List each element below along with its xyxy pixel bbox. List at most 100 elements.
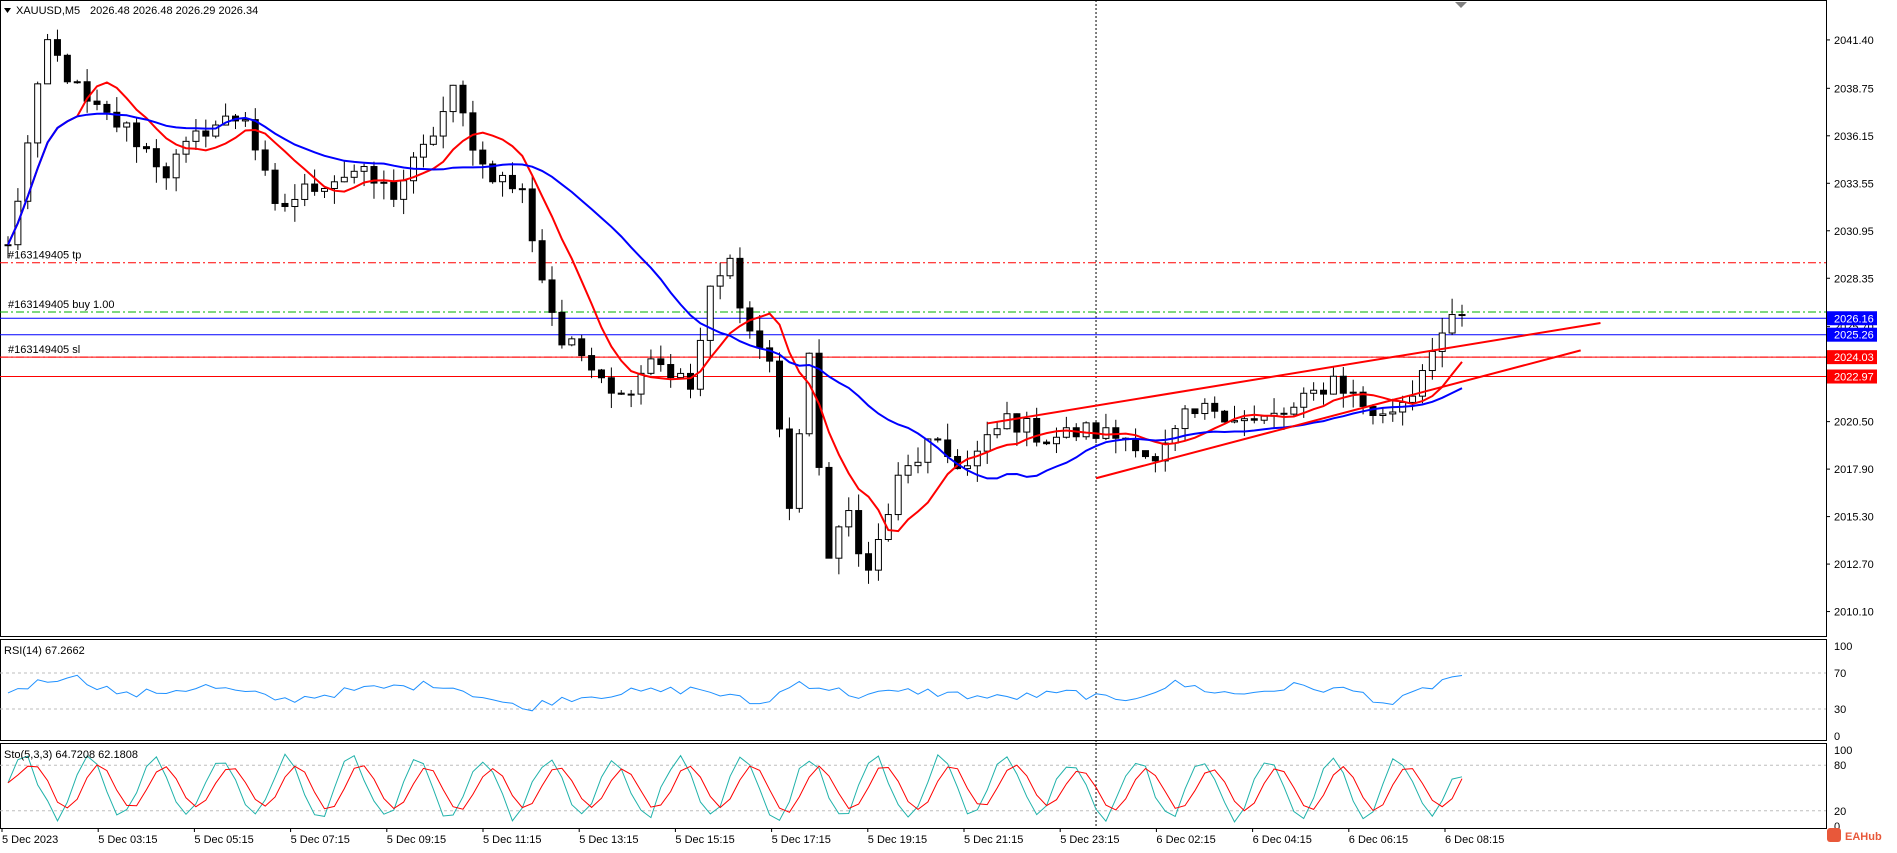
candle-body <box>696 339 704 390</box>
candle-body <box>647 358 655 374</box>
y-tick-label: 2041.40 <box>1834 35 1874 47</box>
candle-body <box>736 257 744 309</box>
candle-body <box>588 355 596 371</box>
candle-body <box>380 181 388 184</box>
candle-body <box>499 174 507 183</box>
candle-body <box>1151 456 1159 462</box>
candle-body <box>1023 417 1031 433</box>
candle-body <box>726 257 734 277</box>
candle-body <box>785 428 793 509</box>
candle-body <box>241 119 249 122</box>
candle-body <box>1132 439 1140 452</box>
candle-body <box>1310 389 1318 394</box>
x-tick-label: 5 Dec 2023 <box>2 834 58 846</box>
candle-body <box>776 360 784 430</box>
candle-body <box>855 510 863 555</box>
candle-body <box>1141 450 1149 458</box>
candle-body <box>142 146 150 150</box>
x-tick-label: 5 Dec 07:15 <box>291 834 350 846</box>
rsi-tick-label: 0 <box>1834 731 1840 743</box>
candle-body <box>162 166 170 179</box>
candle-body <box>281 202 289 208</box>
y-tick-label: 2015.30 <box>1834 512 1874 524</box>
candle-body <box>251 119 259 151</box>
candle-body <box>93 100 101 105</box>
x-tick-label: 5 Dec 17:15 <box>772 834 831 846</box>
rsi-tick-label: 100 <box>1834 641 1852 653</box>
trade-level-label: #163149405 tp <box>8 250 81 262</box>
candle-body <box>973 450 981 467</box>
candle-body <box>311 183 319 192</box>
candle <box>1221 409 1229 423</box>
candle-body <box>152 148 160 168</box>
candle-body <box>1349 391 1357 394</box>
price-tag-label: 2026.16 <box>1834 313 1874 325</box>
candle-body <box>429 135 437 145</box>
candle-body <box>1300 392 1308 408</box>
candle-body <box>716 275 724 287</box>
candle-body <box>1428 350 1436 372</box>
candle-body <box>904 465 912 476</box>
candle-body <box>261 149 269 171</box>
candle <box>44 33 52 85</box>
candle-body <box>1280 412 1288 415</box>
candle-body <box>548 279 556 313</box>
chart-canvas[interactable]: #163149405 tp #163149405 buy 1.00 #1631494… <box>0 0 1897 853</box>
candle-body <box>1409 395 1417 403</box>
candle-body <box>825 466 833 559</box>
candle-body <box>914 461 922 467</box>
candle-body <box>469 112 477 151</box>
eahub-logo-icon <box>1827 828 1841 842</box>
candle <box>1082 421 1090 440</box>
y-tick-label: 2030.95 <box>1834 226 1874 238</box>
candle-body <box>568 338 576 346</box>
x-tick-label: 5 Dec 15:15 <box>675 834 734 846</box>
candle-body <box>1290 406 1298 415</box>
candle-body <box>1339 375 1347 394</box>
sto-tick-label: 100 <box>1834 745 1852 757</box>
candle-body <box>518 188 526 191</box>
candle <box>726 254 734 280</box>
candle-body <box>1191 408 1199 415</box>
candle-body <box>103 103 111 113</box>
candle <box>63 53 71 84</box>
candle-body <box>271 169 279 204</box>
rsi-title: RSI(14) 67.2662 <box>4 645 85 657</box>
candle-body <box>993 428 1001 436</box>
x-tick-label: 5 Dec 05:15 <box>194 834 253 846</box>
candle-body <box>1379 413 1387 417</box>
candle-body <box>479 149 487 165</box>
candle-body <box>607 377 615 394</box>
candle-body <box>865 553 873 571</box>
candle-body <box>321 187 329 192</box>
candle-body <box>597 369 605 379</box>
candle-body <box>34 83 42 144</box>
y-tick-label: 2012.70 <box>1834 559 1874 571</box>
rsi-tick-label: 70 <box>1834 668 1846 680</box>
candle-body <box>1092 422 1100 439</box>
candle-body <box>1221 410 1229 423</box>
price-tag-label: 2025.26 <box>1834 330 1874 342</box>
candle-body <box>1250 418 1258 421</box>
candle-body <box>1181 408 1189 430</box>
candle-body <box>1033 417 1041 443</box>
candle-body <box>667 364 675 379</box>
candle-body <box>73 81 81 84</box>
y-tick-label: 2017.90 <box>1834 464 1874 476</box>
x-tick-label: 6 Dec 08:15 <box>1445 834 1504 846</box>
candle-body <box>508 174 516 190</box>
candle-body <box>983 434 991 452</box>
ohlc-readout: 2026.48 2026.48 2026.29 2026.34 <box>90 5 258 17</box>
candle-body <box>449 84 457 113</box>
candle-body <box>627 393 635 396</box>
candle-body <box>1458 314 1466 317</box>
candle-body <box>1052 436 1060 445</box>
x-tick-label: 5 Dec 21:15 <box>964 834 1023 846</box>
candle-body <box>835 526 843 559</box>
x-tick-label: 6 Dec 04:15 <box>1253 834 1312 846</box>
candle <box>795 429 803 513</box>
x-tick-label: 5 Dec 11:15 <box>483 834 542 846</box>
y-tick-label: 2038.75 <box>1834 83 1874 95</box>
candle-body <box>1211 402 1219 412</box>
candle-body <box>934 438 942 441</box>
